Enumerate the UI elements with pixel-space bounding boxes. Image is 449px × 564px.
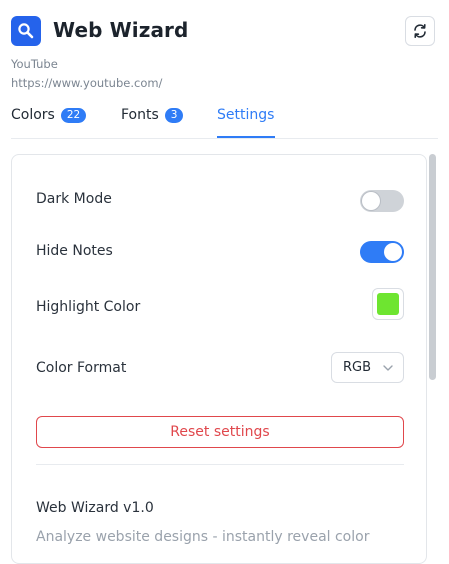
settings-panel: Dark Mode Hide Notes Highlight Color Col… [11,154,427,564]
toggle-knob [384,243,402,261]
tab-bar: Colors 22 Fonts 3 Settings [11,100,438,139]
divider [36,464,404,465]
refresh-button[interactable] [405,16,435,46]
refresh-icon [414,23,426,38]
color-format-select[interactable]: RGB [331,352,404,383]
tab-label: Settings [217,107,275,123]
color-format-label: Color Format [36,360,127,376]
dark-mode-toggle[interactable] [360,190,404,212]
tab-fonts[interactable]: Fonts 3 [121,107,184,123]
site-url: https://www.youtube.com/ [11,76,163,90]
scrollbar-thumb[interactable] [429,154,436,380]
count-badge: 22 [60,107,87,123]
search-icon [18,23,34,39]
app-header: Web Wizard [11,16,438,50]
select-value: RGB [343,360,372,375]
hide-notes-toggle[interactable] [360,241,404,263]
toggle-knob [362,192,380,210]
scrollbar[interactable] [428,154,436,550]
app-title: Web Wizard [53,18,189,42]
tab-label: Fonts [121,107,159,123]
site-name: YouTube [11,57,58,71]
dark-mode-label: Dark Mode [36,191,112,207]
tab-settings[interactable]: Settings [217,107,274,123]
tab-label: Colors [11,107,55,123]
app-description: Analyze website designs - instantly reve… [36,529,370,545]
active-tab-indicator [217,136,275,138]
chevron-down-icon [383,365,393,371]
highlight-color-label: Highlight Color [36,299,141,315]
color-swatch [377,293,399,315]
app-logo [11,16,41,46]
reset-settings-button[interactable]: Reset settings [36,416,404,448]
hide-notes-label: Hide Notes [36,243,113,259]
highlight-color-picker[interactable] [372,288,404,320]
tab-colors[interactable]: Colors 22 [11,107,87,123]
count-badge: 3 [164,107,184,123]
app-version: Web Wizard v1.0 [36,500,154,516]
